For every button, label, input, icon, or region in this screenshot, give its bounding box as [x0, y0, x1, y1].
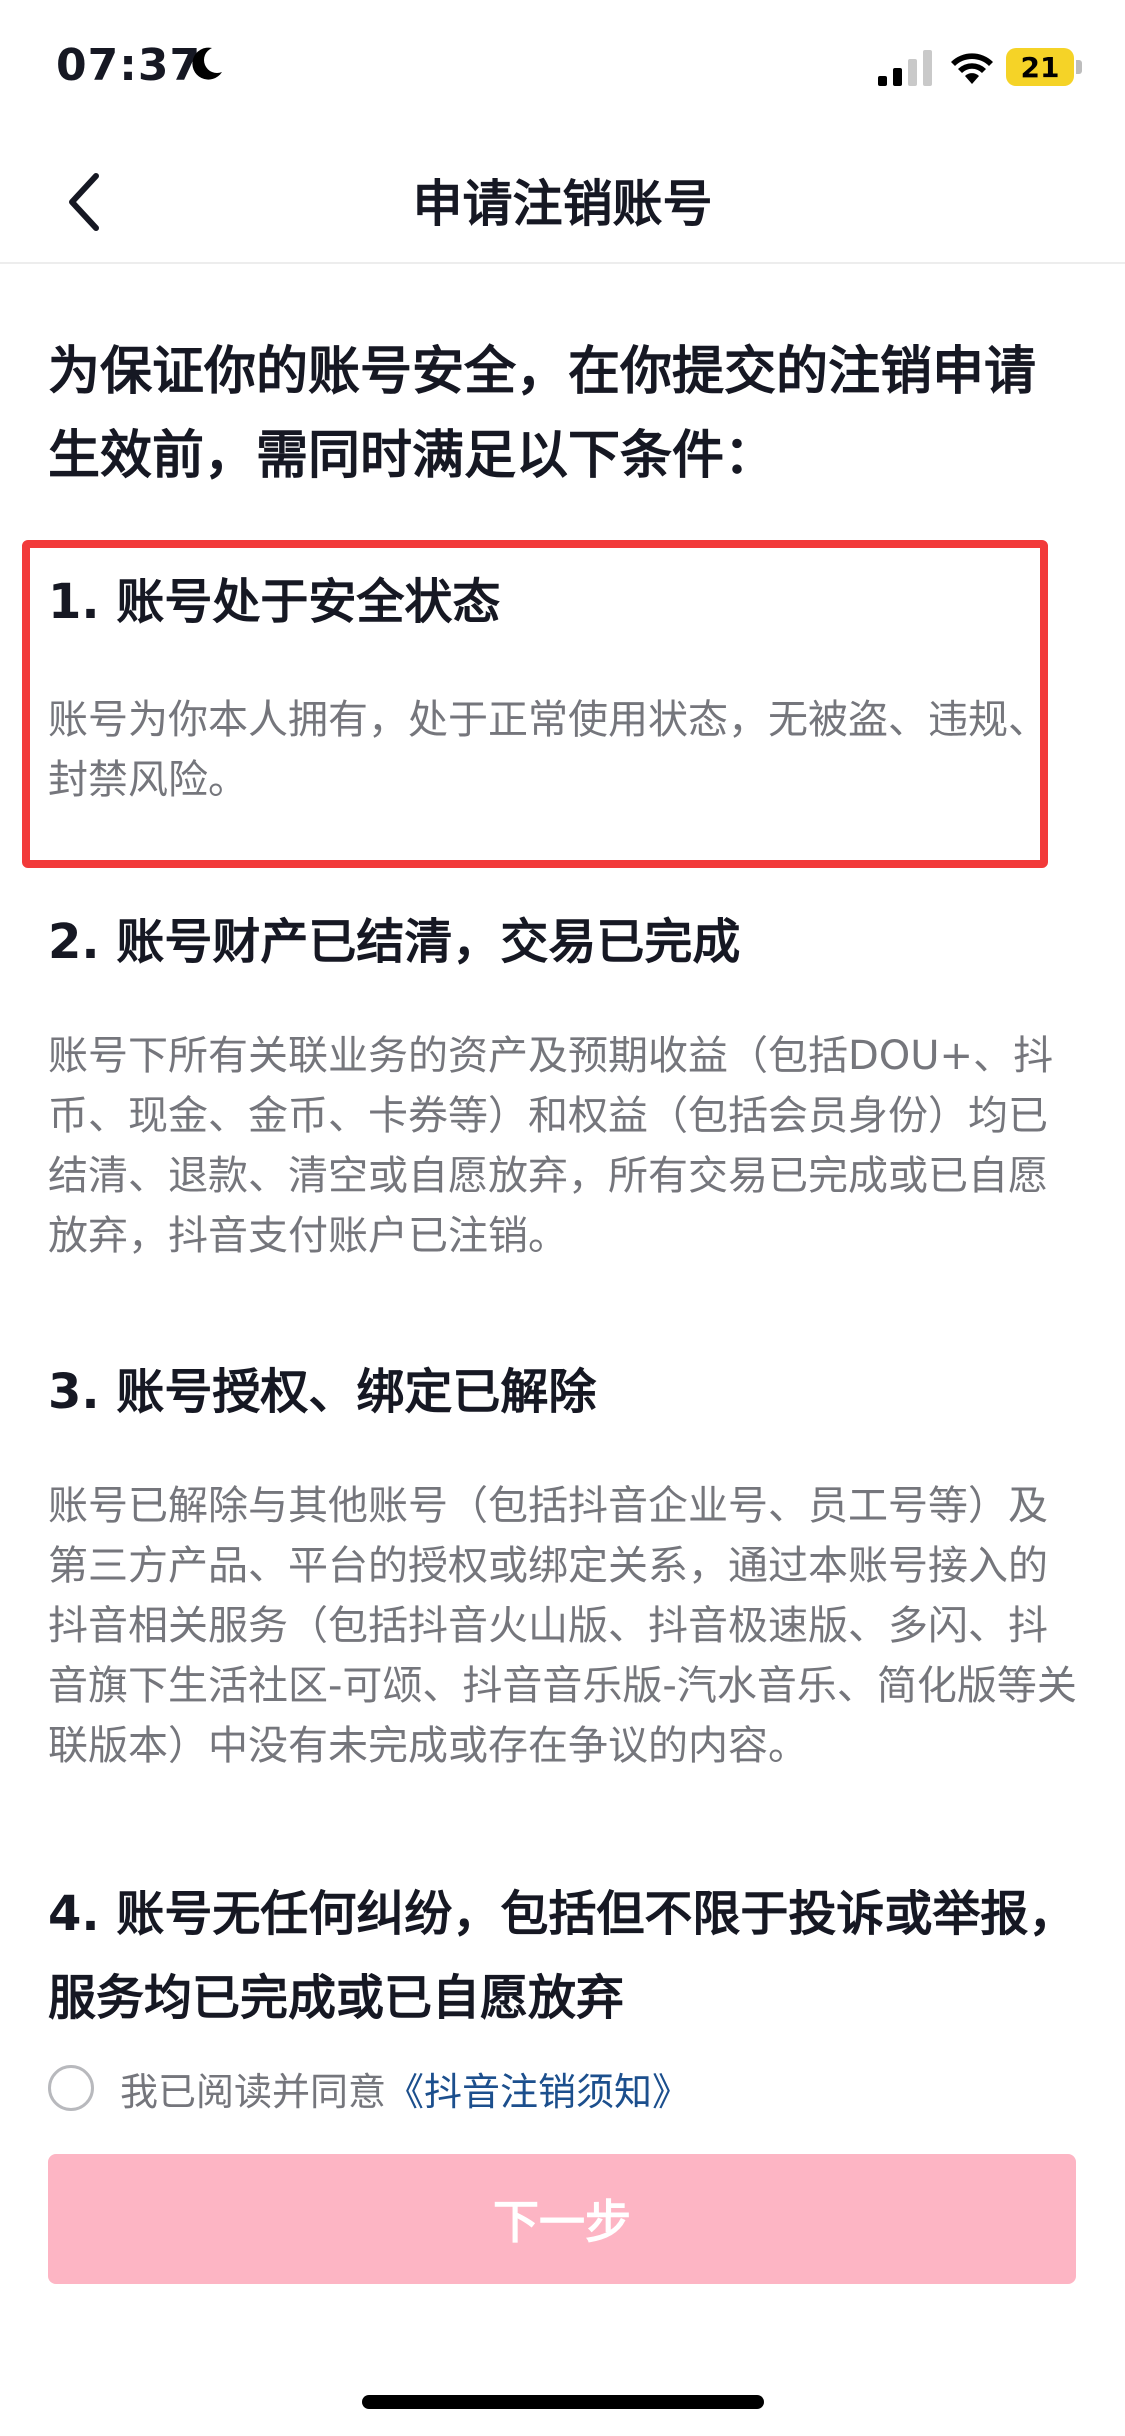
condition-2-body: 账号下所有关联业务的资产及预期收益（包括DOU+、抖币、现金、金币、卡券等）和权…: [48, 1033, 1054, 1259]
signal-icon: [878, 50, 932, 86]
agreement-row: 我已阅读并同意 《抖音注销须知》: [48, 2058, 690, 2118]
wifi-icon: [951, 53, 993, 84]
page-title: 申请注销账号: [412, 175, 713, 233]
condition-4-title: 4. 账号无任何纠纷，包括但不限于投诉或举报，服务均已完成或已自愿放弃: [48, 1886, 1077, 2026]
condition-3-title: 3. 账号授权、绑定已解除: [48, 1364, 597, 1420]
condition-3-body: 账号已解除与其他账号（包括抖音企业号、员工号等）及第三方产品、平台的授权或绑定关…: [48, 1483, 1077, 1769]
agreement-checkbox[interactable]: [48, 2065, 94, 2111]
battery-level: 21: [1020, 50, 1060, 84]
status-bar: 07:37 21: [0, 0, 1125, 132]
next-button[interactable]: 下一步: [48, 2154, 1076, 2284]
moon-icon: [192, 47, 222, 80]
intro-text: 为保证你的账号安全，在你提交的注销申请生效前，需同时满足以下条件：: [48, 342, 1037, 486]
condition-1-title: 1. 账号处于安全状态: [48, 574, 501, 630]
agreement-text: 我已阅读并同意: [120, 2069, 387, 2114]
nav-bar: 申请注销账号: [0, 132, 1125, 264]
status-time: 07:37: [56, 40, 202, 91]
condition-2-title: 2. 账号财产已结清，交易已完成: [48, 914, 741, 970]
agreement-link[interactable]: 《抖音注销须知》: [386, 2061, 690, 2116]
battery-cap: [1076, 60, 1082, 74]
home-indicator: [362, 2395, 764, 2409]
battery-icon: 21: [1006, 48, 1074, 86]
condition-1-body: 账号为你本人拥有，处于正常使用状态，无被盗、违规、封禁风险。: [48, 697, 1048, 803]
